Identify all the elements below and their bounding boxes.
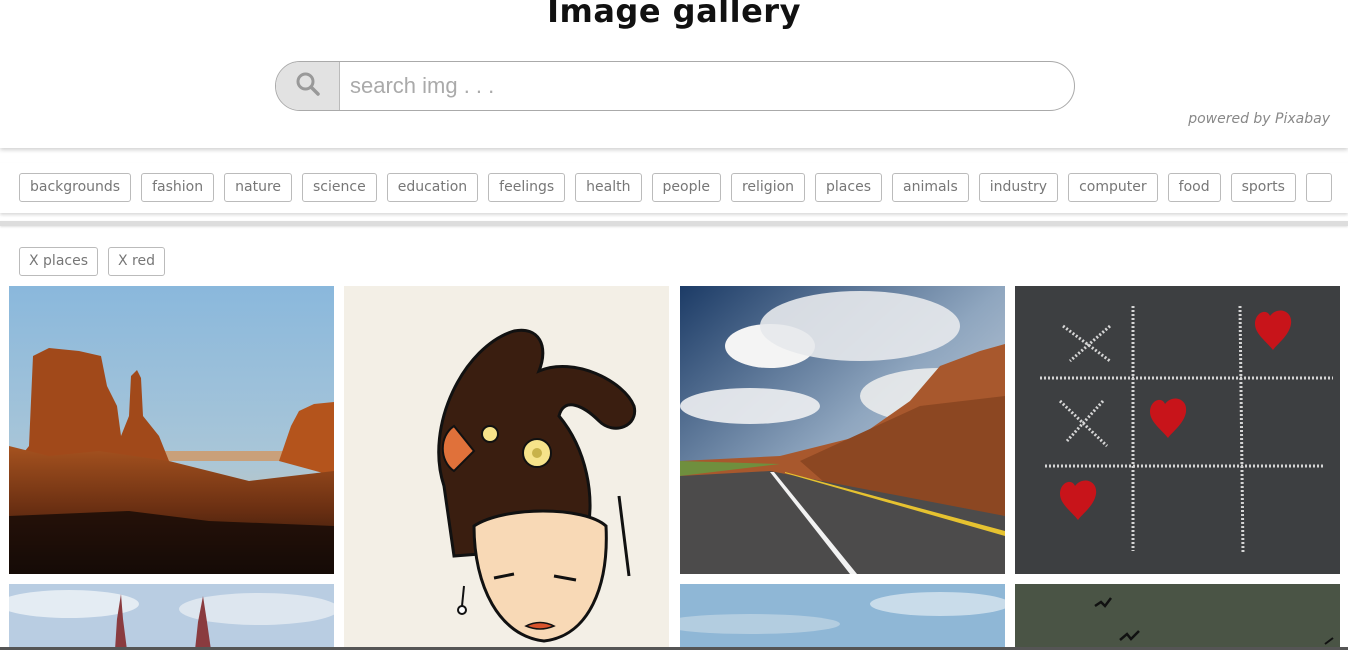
gallery-image-church-spires[interactable] (9, 584, 334, 650)
powered-by-text: powered by Pixabay (1188, 111, 1330, 127)
category-chip-people[interactable]: people (651, 173, 721, 202)
category-bar: backgrounds fashion nature science education… (0, 163, 1348, 213)
category-chip-religion[interactable]: religion (730, 173, 806, 202)
category-chip-nature[interactable]: nature (224, 173, 293, 202)
section-divider (0, 221, 1348, 226)
category-chip-education[interactable]: education (386, 173, 479, 202)
category-chip-science[interactable]: science (302, 173, 377, 202)
gallery-image-birds-sky[interactable] (1015, 584, 1340, 650)
category-chip-food[interactable]: food (1167, 173, 1221, 202)
search-bar (275, 61, 1075, 111)
gallery-image-hearts-tic-tac-toe[interactable] (1015, 286, 1340, 574)
category-chip-more[interactable] (1305, 173, 1332, 202)
search-input[interactable] (340, 62, 1074, 110)
header: Image gallery powered by Pixabay (0, 0, 1348, 148)
category-chip-health[interactable]: health (575, 173, 642, 202)
search-icon (295, 71, 321, 101)
category-chip-places[interactable]: places (815, 173, 882, 202)
filter-chip-places[interactable]: X places (19, 247, 99, 276)
filter-chip-red[interactable]: X red (108, 247, 166, 276)
category-chip-fashion[interactable]: fashion (141, 173, 215, 202)
gallery-image-woman-illustration[interactable] (344, 286, 669, 650)
gallery-image-desert-road[interactable] (680, 286, 1005, 574)
category-chip-computer[interactable]: computer (1068, 173, 1158, 202)
active-filters: X places X red (19, 247, 175, 276)
gallery-image-blue-sky[interactable] (680, 584, 1005, 650)
search-button[interactable] (276, 62, 340, 110)
category-chip-backgrounds[interactable]: backgrounds (19, 173, 132, 202)
category-chip-sports[interactable]: sports (1230, 173, 1296, 202)
page-title: Image gallery (547, 0, 801, 30)
category-chip-industry[interactable]: industry (978, 173, 1059, 202)
category-chip-animals[interactable]: animals (892, 173, 969, 202)
category-chip-feelings[interactable]: feelings (488, 173, 566, 202)
gallery-image-desert-mesa[interactable] (9, 286, 334, 574)
